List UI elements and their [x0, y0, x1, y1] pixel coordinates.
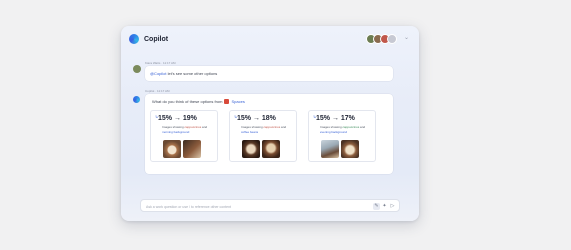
- option-description: Images showing cappuccinos and coffee be…: [241, 125, 293, 134]
- option-card[interactable]: ↳ 15% → 19% Images showing cappuccinos a…: [150, 110, 218, 162]
- desc-mid: and: [201, 125, 208, 129]
- desc-highlight: cappuccinos: [263, 125, 281, 129]
- user-avatar: [133, 65, 141, 73]
- desc-prefix: Images showing: [162, 125, 185, 129]
- desc-highlight: cappuccinos: [184, 125, 202, 129]
- desc-highlight: cappuccinos: [342, 125, 360, 129]
- chevron-down-icon[interactable]: ⌄: [404, 34, 409, 41]
- coffee-image[interactable]: [242, 140, 260, 158]
- question-text: What do you think of these options from …: [152, 99, 245, 104]
- desc-highlight: evening background: [320, 129, 348, 134]
- coffee-image[interactable]: [262, 140, 280, 158]
- desc-mid: and: [359, 125, 366, 129]
- user-message-body: let's see some other options: [166, 71, 218, 76]
- copilot-avatar-icon: [133, 96, 140, 103]
- avatar: [387, 34, 397, 44]
- coffee-image[interactable]: [341, 140, 359, 158]
- copilot-logo-icon: [129, 34, 139, 44]
- app-title: Copilot: [144, 35, 169, 43]
- desc-prefix: Images showing: [320, 125, 343, 129]
- participant-avatars[interactable]: [366, 34, 397, 44]
- option-rate: 15% → 18%: [237, 115, 276, 122]
- user-message-text: @Copilot let's see some other options: [150, 71, 217, 76]
- option-card[interactable]: ↳ 15% → 18% Images showing cappuccinos a…: [229, 110, 297, 162]
- copilot-window: Copilot ⌄ Kiara Watts · 11:17 AM @Copilo…: [121, 26, 419, 221]
- coffee-image[interactable]: [163, 140, 181, 158]
- option-description: Images showing cappuccinos and morning b…: [162, 125, 214, 134]
- attach-icon[interactable]: ✎: [373, 203, 380, 210]
- spaces-icon: [224, 99, 230, 104]
- user-message-card: @Copilot let's see some other options: [145, 66, 393, 81]
- desc-highlight: morning background: [162, 129, 190, 134]
- header: Copilot ⌄: [121, 26, 419, 52]
- option-description: Images showing cappuccinos and evening b…: [320, 125, 372, 134]
- option-card[interactable]: ↳ 15% → 17% Images showing cappuccinos a…: [308, 110, 376, 162]
- desc-highlight: coffee beans: [241, 129, 259, 134]
- chat-input-placeholder: Ask a work question or use / to referenc…: [146, 204, 232, 209]
- copilot-message-card: What do you think of these options from …: [145, 94, 393, 174]
- send-icon[interactable]: ▷: [389, 203, 396, 210]
- coffee-image[interactable]: [321, 140, 339, 158]
- option-rate: 15% → 19%: [158, 115, 197, 122]
- option-rate: 15% → 17%: [316, 115, 355, 122]
- desc-mid: and: [280, 125, 287, 129]
- user-message-meta: Kiara Watts · 11:17 AM: [145, 61, 176, 65]
- chat-input[interactable]: Ask a work question or use / to referenc…: [140, 199, 400, 212]
- copilot-message-meta: Copilot · 11:17 AM: [145, 89, 170, 93]
- desc-prefix: Images showing: [241, 125, 264, 129]
- coffee-image[interactable]: [183, 140, 201, 158]
- question-source[interactable]: Spaces: [231, 99, 244, 104]
- mention[interactable]: @Copilot: [150, 71, 167, 76]
- sparkle-icon[interactable]: ✦: [381, 203, 388, 210]
- question-prefix: What do you think of these options from: [152, 99, 223, 104]
